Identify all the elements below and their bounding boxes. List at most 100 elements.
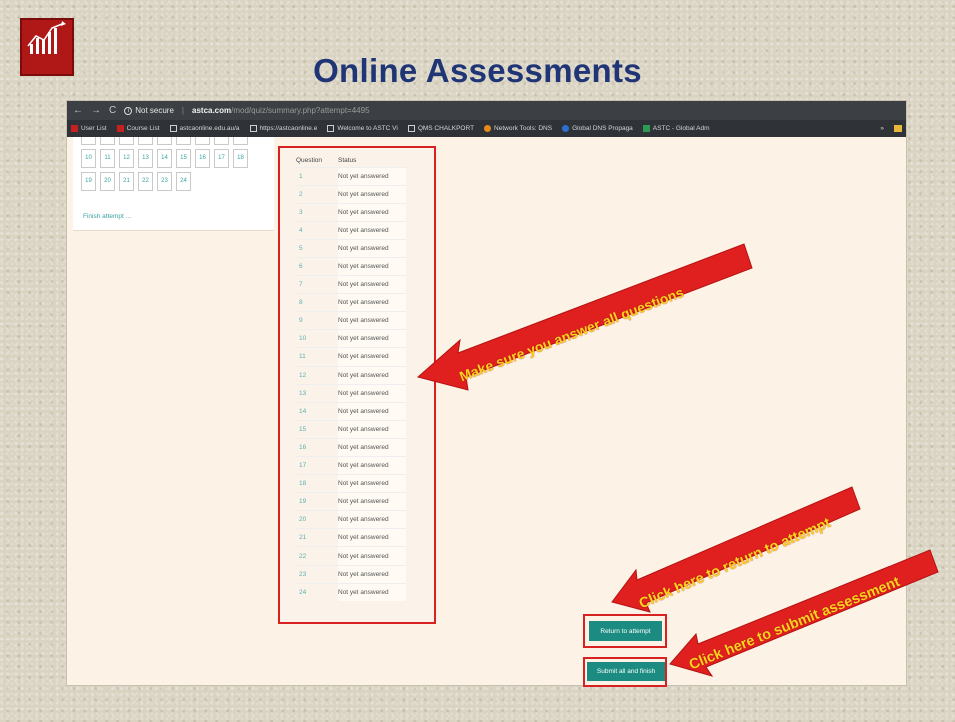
question-number-link[interactable]: 22 <box>296 546 338 566</box>
question-button-15[interactable]: 15 <box>176 149 191 168</box>
table-row: 22 Not yet answered <box>296 546 406 566</box>
question-number-link[interactable]: 14 <box>296 401 338 421</box>
question-status: Not yet answered <box>338 582 406 602</box>
question-button[interactable] <box>233 137 248 145</box>
finish-attempt-link[interactable]: Finish attempt ... <box>83 213 131 220</box>
question-button-21[interactable]: 21 <box>119 172 134 191</box>
table-row: 4 Not yet answered <box>296 220 406 240</box>
bookmark-label: Course List <box>126 125 160 132</box>
question-button-14[interactable]: 14 <box>157 149 172 168</box>
bookmark-astc-global-admin[interactable]: ASTC - Global Adm <box>642 125 710 132</box>
question-button-16[interactable]: 16 <box>195 149 210 168</box>
question-number-link[interactable]: 8 <box>296 293 338 312</box>
table-row: 6 Not yet answered <box>296 256 406 276</box>
table-row: 3 Not yet answered <box>296 202 406 222</box>
question-number-link[interactable]: 18 <box>296 474 338 493</box>
bookmark-label: QMS CHALKPORT <box>417 125 475 132</box>
bookmarks-more-icon[interactable]: » <box>880 125 884 132</box>
attempt-summary-table: Question Status 1 Not yet answered 2 Not ye… <box>296 154 406 602</box>
bookmark-welcome-astc[interactable]: Welcome to ASTC Vi <box>327 125 398 132</box>
return-to-attempt-button[interactable]: Return to attempt <box>589 621 662 641</box>
question-number-link[interactable]: 13 <box>296 383 338 403</box>
question-row <box>81 137 271 145</box>
question-number-link[interactable]: 3 <box>296 202 338 222</box>
question-number-link[interactable]: 5 <box>296 238 338 258</box>
question-number-link[interactable]: 21 <box>296 528 338 547</box>
folder-icon[interactable] <box>894 125 902 132</box>
question-button[interactable] <box>176 137 191 145</box>
question-status: Not yet answered <box>338 329 406 348</box>
question-status: Not yet answered <box>338 419 406 439</box>
question-number-link[interactable]: 15 <box>296 419 338 439</box>
question-number-link[interactable]: 9 <box>296 311 338 330</box>
question-button-12[interactable]: 12 <box>119 149 134 168</box>
question-button[interactable] <box>195 137 210 145</box>
page-icon <box>327 125 335 132</box>
question-status: Not yet answered <box>338 184 406 204</box>
info-icon: i <box>124 106 133 115</box>
question-button[interactable] <box>138 137 153 145</box>
bookmark-qms-chalkport[interactable]: QMS CHALKPORT <box>407 125 475 132</box>
question-number-link[interactable]: 11 <box>296 347 338 367</box>
question-button-10[interactable]: 10 <box>81 149 96 168</box>
bookmark-user-list[interactable]: User List <box>71 125 107 132</box>
question-button[interactable] <box>157 137 172 145</box>
question-status: Not yet answered <box>338 528 406 547</box>
question-button[interactable] <box>119 137 134 145</box>
forward-arrow-icon[interactable]: → <box>91 105 101 116</box>
question-number-link[interactable]: 16 <box>296 437 338 457</box>
question-button-22[interactable]: 22 <box>138 172 153 191</box>
table-row: 13 Not yet answered <box>296 383 406 403</box>
question-button-18[interactable]: 18 <box>233 149 248 168</box>
question-number-link[interactable]: 24 <box>296 582 338 602</box>
bookmark-course-list[interactable]: Course List <box>116 125 160 132</box>
question-number-link[interactable]: 4 <box>296 220 338 240</box>
question-button-17[interactable]: 17 <box>214 149 229 168</box>
bookmark-astcaonline-https[interactable]: https://astcaonline.e <box>249 125 317 132</box>
url-host: astca.com <box>192 106 232 115</box>
question-status: Not yet answered <box>338 492 406 511</box>
question-button-11[interactable]: 11 <box>100 149 115 168</box>
table-row: 10 Not yet answered <box>296 329 406 348</box>
column-header-status: Status <box>338 156 357 164</box>
question-button-23[interactable]: 23 <box>157 172 172 191</box>
question-number-link[interactable]: 17 <box>296 455 338 475</box>
question-number-link[interactable]: 20 <box>296 510 338 529</box>
bookmark-global-dns[interactable]: Global DNS Propaga <box>562 125 633 132</box>
security-indicator[interactable]: i Not secure <box>124 106 174 115</box>
bookmark-astcaonline[interactable]: astcaonline.edu.au/a <box>169 125 240 132</box>
question-number-link[interactable]: 12 <box>296 365 338 385</box>
question-number-link[interactable]: 7 <box>296 275 338 294</box>
question-button[interactable] <box>81 137 96 145</box>
question-number-link[interactable]: 6 <box>296 256 338 276</box>
back-arrow-icon[interactable]: ← <box>73 105 83 116</box>
question-button-24[interactable]: 24 <box>176 172 191 191</box>
bookmark-label: Welcome to ASTC Vi <box>337 125 398 132</box>
question-button-20[interactable]: 20 <box>100 172 115 191</box>
reload-icon[interactable]: C <box>109 105 116 116</box>
table-row: 23 Not yet answered <box>296 564 406 584</box>
question-number-link[interactable]: 19 <box>296 492 338 511</box>
table-row: 12 Not yet answered <box>296 365 406 385</box>
page-icon <box>169 125 177 132</box>
question-number-link[interactable]: 23 <box>296 564 338 584</box>
question-button-13[interactable]: 13 <box>138 149 153 168</box>
page-icon <box>407 125 415 132</box>
bookmark-network-tools[interactable]: Network Tools: DNS <box>484 125 552 132</box>
question-status: Not yet answered <box>338 455 406 475</box>
question-number-link[interactable]: 2 <box>296 184 338 204</box>
submit-all-and-finish-button[interactable]: Submit all and finish <box>587 662 665 681</box>
question-button-19[interactable]: 19 <box>81 172 96 191</box>
question-number-link[interactable]: 10 <box>296 329 338 348</box>
question-status: Not yet answered <box>338 275 406 294</box>
question-button[interactable] <box>214 137 229 145</box>
table-row: 17 Not yet answered <box>296 455 406 475</box>
question-button[interactable] <box>100 137 115 145</box>
url-field[interactable]: astca.com/mod/quiz/summary.php?attempt=4… <box>192 106 370 115</box>
blue-globe-icon <box>562 125 570 132</box>
url-separator: | <box>181 106 184 115</box>
bookmarks-bar: User List Course List astcaonline.edu.au… <box>67 120 906 137</box>
green-square-icon <box>642 125 650 132</box>
question-row: 19 20 21 22 23 24 <box>81 172 271 191</box>
question-number-link[interactable]: 1 <box>296 166 338 186</box>
